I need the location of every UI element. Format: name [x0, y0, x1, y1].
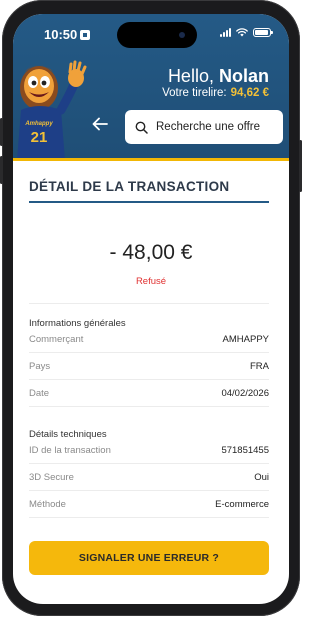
row-label: Méthode — [29, 499, 66, 510]
row-label: Pays — [29, 361, 51, 372]
row-value: E-commerce — [215, 499, 269, 510]
status-bar: 10:50 — [13, 14, 289, 52]
search-placeholder: Recherche une offre — [156, 121, 260, 133]
greeting: Hello, Nolan — [168, 66, 269, 87]
back-arrow-icon[interactable] — [91, 117, 109, 131]
camera-icon — [179, 32, 185, 38]
transaction-status: Refusé — [135, 276, 167, 287]
info-row-date: Date 04/02/2026 — [29, 381, 269, 407]
row-value: AMHAPPY — [222, 334, 269, 345]
battery-icon — [253, 28, 273, 37]
sim-icon — [80, 30, 91, 40]
savings-amount: 94,62 € — [230, 87, 269, 99]
tech-row-3d-secure: 3D Secure Oui — [29, 465, 269, 491]
tech-row-method: Méthode E-commerce — [29, 492, 269, 518]
status-time-text: 10:50 — [44, 27, 78, 42]
signal-icon — [220, 28, 231, 37]
savings-balance: Votre tirelire: 94,62 € — [162, 87, 269, 99]
power-button — [299, 140, 302, 192]
user-name: Nolan — [218, 66, 269, 86]
dynamic-island — [117, 22, 197, 48]
app-header: 10:50 Amhappy 21 Hello, Nolan Votre tire… — [13, 14, 289, 160]
tech-row-transaction-id: ID de la transaction 571851455 — [29, 438, 269, 464]
status-time: 10:50 — [44, 27, 91, 42]
svg-text:Amhappy: Amhappy — [24, 121, 53, 127]
row-value: Oui — [254, 472, 269, 483]
volume-button — [0, 156, 3, 184]
info-row-country: Pays FRA — [29, 354, 269, 380]
mascot-illustration: Amhappy 21 — [17, 60, 87, 160]
app-screen: 10:50 Amhappy 21 Hello, Nolan Votre tire… — [13, 14, 289, 604]
greeting-prefix: Hello, — [167, 66, 214, 86]
transaction-amount: - 48,00 € — [109, 241, 193, 264]
row-label: Date — [29, 388, 50, 399]
status-icons — [220, 28, 273, 37]
volume-button — [0, 118, 3, 146]
page-title: DÉTAIL DE LA TRANSACTION — [29, 179, 230, 194]
report-error-button[interactable]: SIGNALER UNE ERREUR ? — [29, 541, 269, 575]
search-icon — [135, 121, 148, 134]
divider — [29, 303, 269, 304]
row-label: Commerçant — [29, 334, 84, 345]
row-value: 04/02/2026 — [221, 388, 269, 399]
info-row-merchant: Commerçant AMHAPPY — [29, 327, 269, 353]
wifi-icon — [236, 28, 248, 37]
header-accent-line — [13, 158, 289, 161]
row-label: ID de la transaction — [29, 445, 111, 456]
row-value: 571851455 — [221, 445, 269, 456]
title-underline — [29, 201, 269, 203]
svg-text:21: 21 — [31, 129, 48, 146]
search-input[interactable]: Recherche une offre — [125, 110, 283, 144]
savings-label: Votre tirelire: — [162, 87, 227, 99]
row-value: FRA — [250, 361, 269, 372]
row-label: 3D Secure — [29, 472, 74, 483]
